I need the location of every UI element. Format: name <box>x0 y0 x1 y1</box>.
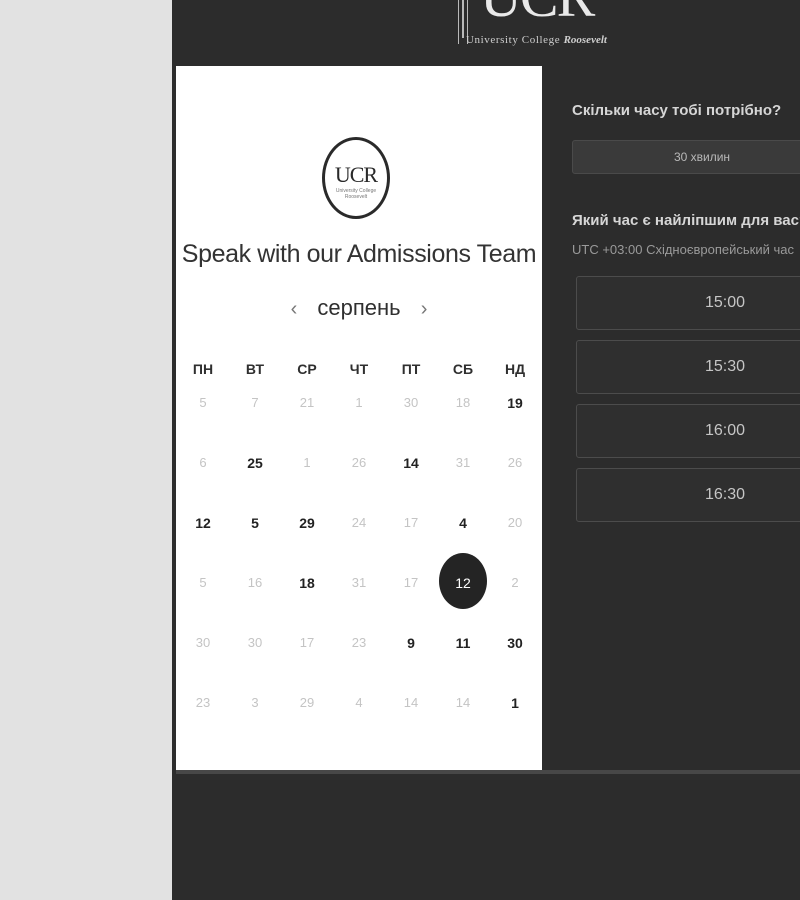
calendar-day-available[interactable]: 12 <box>183 508 223 538</box>
calendar-week-3: 12 5 29 24 17 4 20 <box>176 508 542 538</box>
calendar-day: 5 <box>199 575 207 590</box>
calendar-day-available[interactable]: 25 <box>235 448 275 478</box>
calendar-day: 1 <box>355 395 363 410</box>
page-gutter <box>0 0 172 900</box>
time-slot-button[interactable]: 15:30 <box>576 340 800 394</box>
logo-small-text: University College Roosevelt <box>335 188 377 200</box>
weekday-label: ВТ <box>245 361 265 377</box>
brand-logo[interactable]: UCR University College Roosevelt <box>458 0 628 54</box>
calendar-day: 31 <box>351 575 367 590</box>
calendar-day: 29 <box>299 695 315 710</box>
calendar-panel: UCR University College Roosevelt Speak w… <box>176 66 542 770</box>
calendar-day: 18 <box>455 395 471 410</box>
calendar-day: 14 <box>455 695 471 710</box>
calendar-day: 17 <box>403 575 419 590</box>
calendar-week-4: 5 16 18 31 17 12 2 <box>176 568 542 598</box>
calendar-day-available[interactable]: 4 <box>443 508 483 538</box>
calendar-day: 30 <box>195 635 211 650</box>
calendar-day: 30 <box>403 395 419 410</box>
calendar-day-available[interactable]: 19 <box>495 388 535 418</box>
calendar-day: 3 <box>251 695 259 710</box>
calendar-day: 30 <box>247 635 263 650</box>
calendar-day-available[interactable]: 9 <box>391 628 431 658</box>
calendar-day: 23 <box>195 695 211 710</box>
time-slot-button[interactable]: 16:30 <box>576 468 800 522</box>
calendar-day: 17 <box>403 515 419 530</box>
weekday-label: СБ <box>452 361 474 377</box>
calendar-day: 17 <box>299 635 315 650</box>
panel-bottom-edge <box>176 770 800 774</box>
ucr-round-logo: UCR University College Roosevelt <box>322 137 390 219</box>
calendar-day-available[interactable]: 18 <box>287 568 327 598</box>
calendar-day: 31 <box>455 455 471 470</box>
calendar-day: 21 <box>299 395 315 410</box>
calendar-day: 20 <box>507 515 523 530</box>
month-navigation: ‹ серпень › <box>176 295 542 321</box>
calendar-day: 5 <box>199 395 207 410</box>
brand-subtitle: University College Roosevelt <box>466 34 607 46</box>
weekday-label: ПТ <box>401 361 421 377</box>
calendar-day: 23 <box>351 635 367 650</box>
weekday-label: НД <box>504 361 526 377</box>
calendar-week-2: 6 25 1 26 14 31 26 <box>176 448 542 478</box>
weekday-header-row: ПН ВТ СР ЧТ ПТ СБ НД <box>176 354 542 384</box>
weekday-label: ПН <box>192 361 214 377</box>
booking-page: UCR University College Roosevelt UCR Uni… <box>172 0 800 900</box>
brand-subtitle-italic: Roosevelt <box>563 34 607 46</box>
calendar-day-selected[interactable]: 12 <box>443 568 483 598</box>
booking-panel: Скільки часу тобі потрібно? 30 хвилин Як… <box>542 66 800 770</box>
calendar-day: 14 <box>403 695 419 710</box>
calendar-day-available[interactable]: 11 <box>443 628 483 658</box>
logo-text: UCR <box>334 162 378 187</box>
time-slot-button[interactable]: 16:00 <box>576 404 800 458</box>
brand-letters: UCR <box>480 0 595 26</box>
calendar-day: 16 <box>247 575 263 590</box>
calendar-day: 2 <box>511 575 519 590</box>
calendar-day-available[interactable]: 5 <box>235 508 275 538</box>
site-header: UCR University College Roosevelt <box>172 0 800 66</box>
calendar-week-6: 23 3 29 4 14 14 1 <box>176 688 542 718</box>
brand-subtitle-plain: University College <box>466 34 561 46</box>
calendar-week-1: 5 7 21 1 30 18 19 <box>176 388 542 418</box>
month-label: серпень <box>317 295 401 320</box>
timezone-label[interactable]: UTC +03:00 Східноєвропейський час <box>572 242 794 257</box>
calendar-day: 4 <box>355 695 363 710</box>
calendar-day-available[interactable]: 1 <box>495 688 535 718</box>
page-title: Speak with our Admissions Team <box>181 240 537 268</box>
weekday-label: ЧТ <box>349 361 369 377</box>
time-question: Який час є найліпшим для вас? <box>572 212 800 229</box>
next-month-button[interactable]: › <box>411 298 438 321</box>
time-slot-button[interactable]: 15:00 <box>576 276 800 330</box>
calendar-day: 26 <box>351 455 367 470</box>
duration-question: Скільки часу тобі потрібно? <box>572 102 782 119</box>
calendar-day: 24 <box>351 515 367 530</box>
calendar-day: 1 <box>303 455 311 470</box>
prev-month-button[interactable]: ‹ <box>281 298 308 321</box>
weekday-label: СР <box>297 361 317 377</box>
calendar-week-5: 30 30 17 23 9 11 30 <box>176 628 542 658</box>
calendar-day-available[interactable]: 30 <box>495 628 535 658</box>
calendar-day: 7 <box>251 395 259 410</box>
calendar-day-available[interactable]: 14 <box>391 448 431 478</box>
duration-select[interactable]: 30 хвилин <box>572 140 800 174</box>
calendar-day: 26 <box>507 455 523 470</box>
calendar-day-available[interactable]: 29 <box>287 508 327 538</box>
calendar-day: 6 <box>199 455 207 470</box>
